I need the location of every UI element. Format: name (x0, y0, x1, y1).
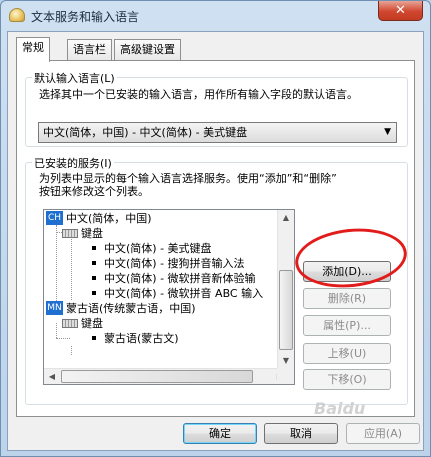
vertical-scroll-thumb[interactable] (279, 270, 293, 350)
scroll-down-arrow-icon[interactable]: ▼ (278, 353, 294, 369)
cancel-button[interactable]: 取消 (264, 423, 338, 444)
tab-advanced-key-settings[interactable]: 高级键设置 (114, 39, 181, 60)
installed-services-tree[interactable]: CH 中文(简体，中国) 键盘 中文(简体) - 美式键盘 中文(简体) - 搜狗… (43, 209, 295, 385)
properties-button[interactable]: 属性(P)... (303, 315, 391, 336)
bullet-icon (92, 291, 96, 295)
move-up-button[interactable]: 上移(U) (303, 343, 391, 364)
horizontal-scroll-thumb[interactable] (61, 370, 253, 383)
keyboard-icon (62, 229, 78, 238)
keyboard-icon (62, 319, 78, 328)
language-code-badge: CH (46, 211, 63, 225)
apply-button[interactable]: 应用(A) (346, 423, 420, 444)
default-input-description: 选择其中一个已安装的输入语言，用作所有输入字段的默认语言。 (39, 88, 358, 101)
scroll-up-arrow-icon[interactable]: ▲ (278, 210, 294, 226)
tree-service-item[interactable]: 中文(简体) - 搜狗拼音输入法 (92, 256, 245, 271)
tab-general[interactable]: 常规 (16, 37, 50, 62)
baidu-watermark: Baidu (314, 399, 366, 418)
tree-language-chinese[interactable]: CH 中文(简体，中国) (46, 211, 152, 226)
installed-services-group-title: 已安装的服务(I) (32, 155, 114, 171)
default-input-select[interactable]: 中文(简体，中国) - 中文(简体) - 美式键盘 ▼ (38, 122, 397, 143)
tree-service-item[interactable]: 蒙古语(蒙古文) (92, 331, 179, 346)
tree-horizontal-scrollbar[interactable]: ◀ ▶ (44, 368, 288, 384)
bullet-icon (92, 276, 96, 280)
ok-button[interactable]: 确定 (183, 423, 257, 444)
tree-service-item[interactable]: 中文(简体) - 微软拼音 ABC 输入 (92, 286, 263, 301)
tree-keyboard-group[interactable]: 键盘 (62, 316, 103, 331)
close-button[interactable]: ✕ (378, 1, 423, 21)
tree-service-item[interactable]: 中文(简体) - 微软拼音新体验输 (92, 271, 256, 286)
tree-service-item[interactable]: 中文(简体) - 美式键盘 (92, 241, 212, 256)
tab-language-bar[interactable]: 语言栏 (67, 39, 112, 60)
tree-language-mongolian[interactable]: MN 蒙古语(传统蒙古语，中国) (46, 301, 196, 316)
remove-button[interactable]: 删除(R) (303, 288, 391, 309)
default-input-selected-value: 中文(简体，中国) - 中文(简体) - 美式键盘 (43, 126, 248, 139)
bullet-icon (92, 336, 96, 340)
tree-language-label: 蒙古语(传统蒙古语，中国) (66, 302, 196, 315)
installed-description-line1: 为列表中显示的每个输入语言选择服务。使用“添加”和“删除” (39, 172, 337, 185)
dropdown-arrow-icon: ▼ (384, 127, 391, 137)
speech-bubble-icon (9, 8, 25, 22)
title-bar[interactable]: 文本服务和输入语言 ✕ (1, 1, 430, 31)
tree-vertical-scrollbar[interactable]: ▲ ▼ (277, 210, 294, 369)
move-down-button[interactable]: 下移(O) (303, 369, 391, 390)
installed-description-line2: 按钮来修改这个列表。 (39, 185, 149, 198)
bullet-icon (92, 246, 96, 250)
default-input-group-title: 默认输入语言(L) (32, 70, 117, 86)
tree-language-label: 中文(简体，中国) (66, 212, 152, 225)
window-title: 文本服务和输入语言 (31, 10, 140, 24)
scroll-left-arrow-icon[interactable]: ◀ (44, 369, 60, 384)
dialog-window: 文本服务和输入语言 ✕ 常规 语言栏 高级键设置 默认输入语言(L) 选择其中一… (0, 0, 431, 457)
language-code-badge: MN (46, 301, 63, 315)
tree-keyboard-group[interactable]: 键盘 (62, 226, 103, 241)
bullet-icon (92, 261, 96, 265)
